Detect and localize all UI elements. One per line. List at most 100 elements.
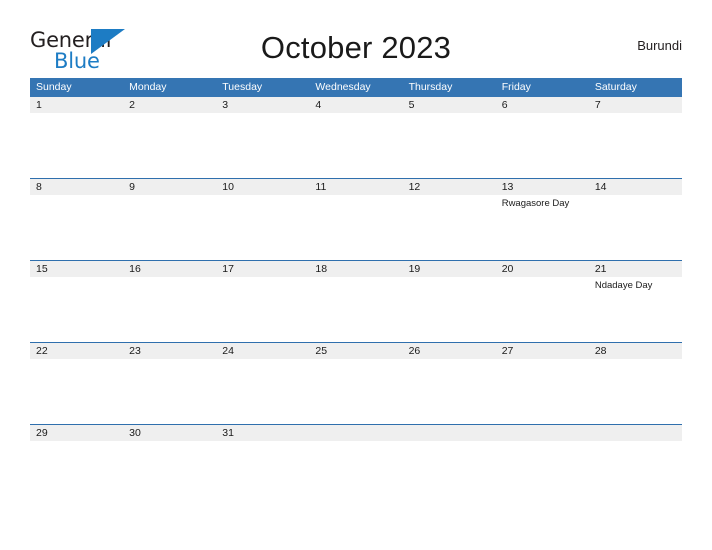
- day-cell-inner: 20: [495, 261, 589, 342]
- day-number: 14: [588, 179, 682, 195]
- calendar-day-cell[interactable]: 4: [309, 97, 403, 179]
- calendar-day-cell[interactable]: 2: [123, 97, 217, 179]
- calendar-day-cell[interactable]: 14: [588, 178, 682, 261]
- day-number: 18: [309, 261, 403, 277]
- day-number: 13: [495, 179, 589, 195]
- day-cell-inner: 11: [309, 179, 403, 260]
- day-cell-inner: 7: [588, 97, 682, 178]
- calendar-day-cell[interactable]: 9: [123, 178, 217, 261]
- holiday-event: Ndadaye Day: [594, 280, 653, 291]
- day-number: 19: [402, 261, 496, 277]
- day-number: 10: [216, 179, 310, 195]
- day-events: Ndadaye Day: [589, 277, 682, 292]
- calendar-day-cell[interactable]: 22: [30, 342, 124, 425]
- day-cell-inner: 3: [216, 97, 310, 178]
- calendar-day-cell[interactable]: 10: [216, 178, 310, 261]
- calendar-day-cell[interactable]: 7: [588, 97, 682, 179]
- day-number: 27: [495, 343, 589, 359]
- day-cell-inner: 4: [309, 97, 403, 178]
- day-number: 26: [402, 343, 496, 359]
- page-header: General Blue October 2023 Burundi: [30, 22, 682, 73]
- calendar-day-cell[interactable]: 5: [402, 97, 496, 179]
- weekday-header-wednesday: Wednesday: [309, 78, 403, 97]
- day-number: 12: [402, 179, 496, 195]
- calendar-day-cell[interactable]: 1: [30, 97, 124, 179]
- calendar-page: General Blue October 2023 Burundi Sunday…: [0, 0, 712, 550]
- day-cell-inner: 22: [30, 343, 124, 424]
- day-cell-inner: 12: [402, 179, 496, 260]
- day-number: 4: [309, 97, 403, 113]
- calendar-day-cell[interactable]: 18: [309, 260, 403, 343]
- day-number: [309, 425, 403, 441]
- day-cell-inner: [495, 425, 589, 506]
- day-number: 5: [402, 97, 496, 113]
- weekday-header-saturday: Saturday: [588, 78, 682, 97]
- country-label: Burundi: [637, 38, 682, 53]
- weekday-header-friday: Friday: [495, 78, 589, 97]
- weekday-header-monday: Monday: [123, 78, 217, 97]
- page-title: October 2023: [260, 30, 452, 65]
- day-cell-inner: [588, 425, 682, 506]
- calendar-empty-cell: [495, 424, 589, 506]
- day-number: 29: [30, 425, 124, 441]
- calendar-day-cell[interactable]: 27: [495, 342, 589, 425]
- weekday-header-tuesday: Tuesday: [216, 78, 310, 97]
- calendar-day-cell[interactable]: 23: [123, 342, 217, 425]
- calendar-day-cell[interactable]: 15: [30, 260, 124, 343]
- day-number: 6: [495, 97, 589, 113]
- calendar-day-cell[interactable]: 21 Ndadaye Day: [588, 260, 682, 343]
- day-number: 2: [123, 97, 217, 113]
- day-cell-inner: 18: [309, 261, 403, 342]
- calendar-day-cell[interactable]: 19: [402, 260, 496, 343]
- day-number: [402, 425, 496, 441]
- day-cell-inner: 15: [30, 261, 124, 342]
- calendar-day-cell[interactable]: 30: [123, 424, 217, 506]
- calendar-day-cell[interactable]: 26: [402, 342, 496, 425]
- weekday-header-thursday: Thursday: [402, 78, 496, 97]
- day-number: 9: [123, 179, 217, 195]
- calendar-day-cell[interactable]: 25: [309, 342, 403, 425]
- calendar-empty-cell: [588, 424, 682, 506]
- calendar-day-cell[interactable]: 13 Rwagasore Day: [495, 178, 589, 261]
- calendar-day-cell[interactable]: 17: [216, 260, 310, 343]
- day-number: 25: [309, 343, 403, 359]
- calendar-day-cell[interactable]: 3: [216, 97, 310, 179]
- calendar-week-row: 22 23 24 25 26 27 28: [30, 342, 682, 425]
- calendar-day-cell[interactable]: 24: [216, 342, 310, 425]
- calendar-body: 1 2 3 4 5 6 7 8 9 10 11 12 13 Rwagasore Day 14 15 16 17 18…: [30, 97, 682, 506]
- day-cell-inner: 29: [30, 425, 124, 506]
- day-cell-inner: 2: [123, 97, 217, 178]
- calendar-day-cell[interactable]: 8: [30, 178, 124, 261]
- day-cell-inner: 5: [402, 97, 496, 178]
- day-cell-inner: 27: [495, 343, 589, 424]
- day-cell-inner: 23: [123, 343, 217, 424]
- calendar-day-cell[interactable]: 12: [402, 178, 496, 261]
- calendar-day-cell[interactable]: 29: [30, 424, 124, 506]
- day-number: 20: [495, 261, 589, 277]
- calendar-table: Sunday Monday Tuesday Wednesday Thursday…: [30, 78, 682, 506]
- calendar-day-cell[interactable]: 16: [123, 260, 217, 343]
- calendar-day-cell[interactable]: 28: [588, 342, 682, 425]
- day-number: 11: [309, 179, 403, 195]
- calendar-day-cell[interactable]: 31: [216, 424, 310, 506]
- day-number: [588, 425, 682, 441]
- day-cell-inner: 28: [588, 343, 682, 424]
- calendar-day-cell[interactable]: 11: [309, 178, 403, 261]
- day-cell-inner: 31: [216, 425, 310, 506]
- day-number: 21: [588, 261, 682, 277]
- calendar-day-cell[interactable]: 6: [495, 97, 589, 179]
- day-cell-inner: 16: [123, 261, 217, 342]
- day-cell-inner: 9: [123, 179, 217, 260]
- day-number: 1: [30, 97, 124, 113]
- calendar-day-cell[interactable]: 20: [495, 260, 589, 343]
- calendar-header-row: Sunday Monday Tuesday Wednesday Thursday…: [30, 78, 682, 97]
- day-cell-inner: 21 Ndadaye Day: [588, 261, 682, 342]
- calendar-empty-cell: [309, 424, 403, 506]
- day-number: 24: [216, 343, 310, 359]
- day-number: 17: [216, 261, 310, 277]
- weekday-header-sunday: Sunday: [30, 78, 124, 97]
- day-number: 31: [216, 425, 310, 441]
- day-cell-inner: 19: [402, 261, 496, 342]
- calendar-empty-cell: [402, 424, 496, 506]
- day-cell-inner: 17: [216, 261, 310, 342]
